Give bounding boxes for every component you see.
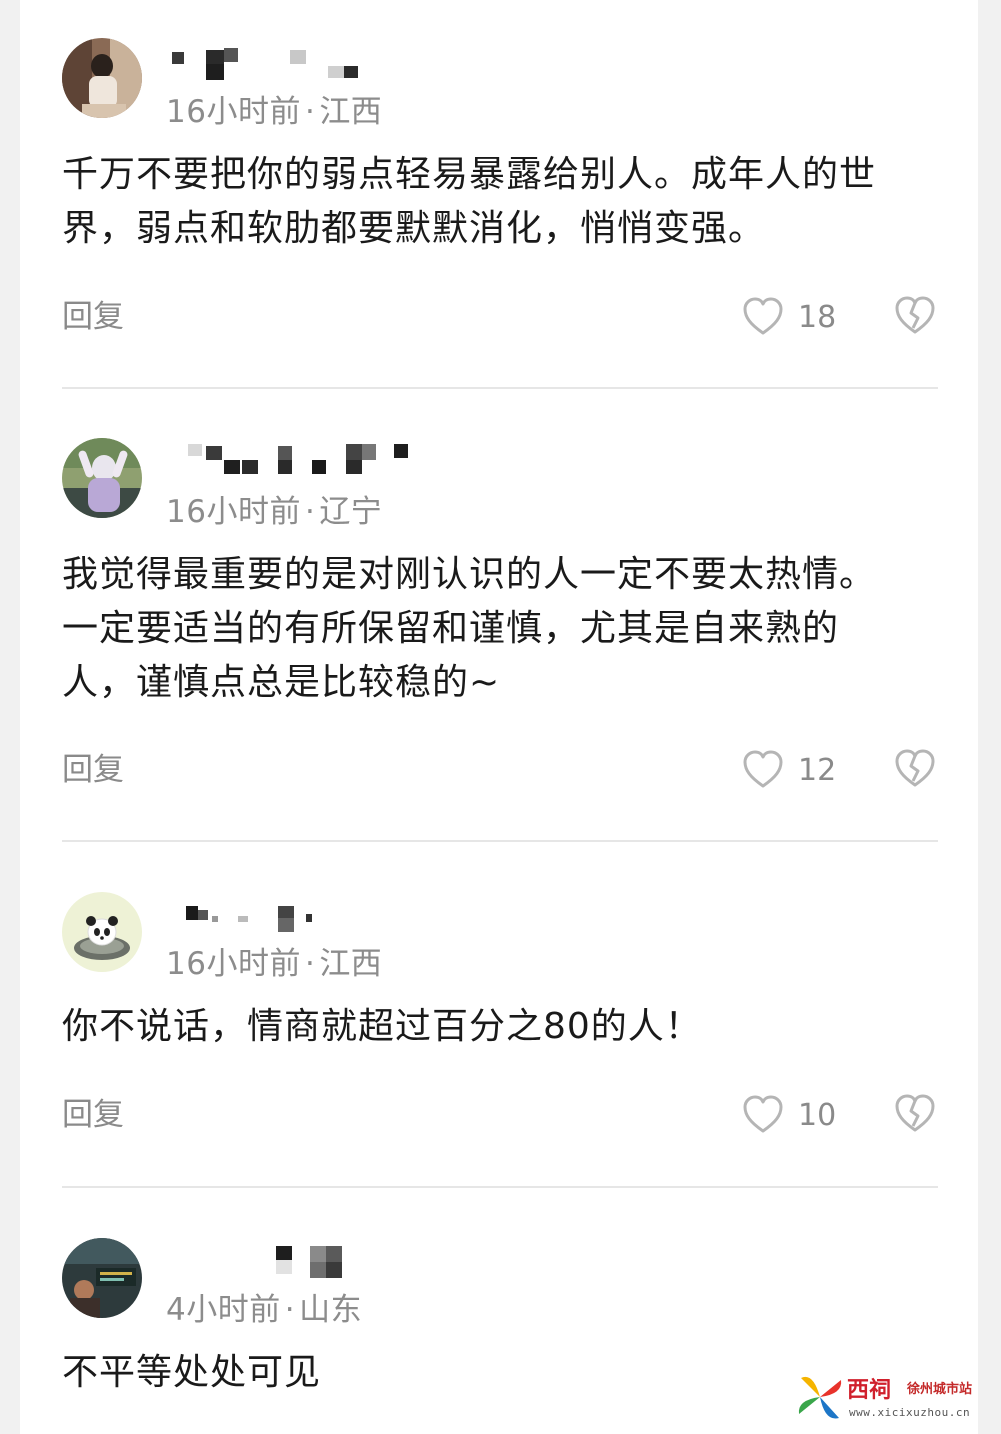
pinwheel-logo-icon — [798, 1376, 842, 1419]
avatar-photo — [62, 438, 142, 518]
comment-text: 我觉得最重要的是对刚认识的人一定不要太热情。 一定要适当的有所保留和谨慎，尤其是… — [62, 548, 952, 710]
reply-button[interactable]: 回复 — [62, 745, 124, 795]
comment-text: 你不说话，情商就超过百分之80的人！ — [62, 1000, 952, 1054]
comment-text-line: 我觉得最重要的是对刚认识的人一定不要太热情。 — [62, 554, 877, 595]
broken-heart-icon — [895, 1094, 935, 1132]
comment-meta: 16小时前 · 辽宁 — [166, 494, 383, 530]
comment-region: 江西 — [319, 94, 383, 130]
broken-heart-icon — [895, 296, 935, 334]
avatar[interactable] — [62, 438, 142, 518]
comment-text: 千万不要把你的弱点轻易暴露给别人。成年人的世 界，弱点和软肋都要默默消化，悄悄变… — [62, 148, 952, 256]
reply-button[interactable]: 回复 — [62, 1090, 124, 1140]
watermark-brand: 西祠 — [847, 1377, 892, 1403]
dislike-button[interactable] — [894, 296, 936, 338]
divider — [62, 1186, 938, 1188]
avatar-photo — [62, 892, 142, 972]
comment-meta: 16小时前 · 江西 — [166, 94, 383, 130]
username-mosaic — [166, 46, 426, 86]
comment-time: 16小时前 — [166, 94, 301, 130]
comment-text-line: 你不说话，情商就超过百分之80的人！ — [62, 1006, 702, 1047]
dislike-button[interactable] — [894, 1094, 936, 1136]
like-count: 10 — [798, 1097, 837, 1133]
site-watermark: 西祠 徐州城市站 www.xicixuzhou.cn — [795, 1368, 995, 1428]
comment-time: 4小时前 — [166, 1292, 281, 1328]
broken-heart-icon — [895, 749, 935, 787]
comment-region: 辽宁 — [319, 494, 383, 530]
username-mosaic — [166, 444, 426, 484]
username-mosaic — [166, 1244, 426, 1284]
divider — [62, 387, 938, 389]
comment-region: 山东 — [299, 1292, 363, 1328]
comment-text-line: 一定要适当的有所保留和谨慎，尤其是自来熟的 — [62, 608, 840, 649]
dislike-button[interactable] — [894, 749, 936, 791]
comment-time: 16小时前 — [166, 494, 301, 530]
comment-region: 江西 — [319, 946, 383, 982]
avatar[interactable] — [62, 892, 142, 972]
avatar[interactable] — [62, 1238, 142, 1318]
avatar-photo — [62, 38, 142, 118]
comment-actions: 回复 18 — [20, 292, 978, 342]
comment-meta: 16小时前 · 江西 — [166, 946, 383, 982]
comment-list: 16小时前 · 江西 千万不要把你的弱点轻易暴露给别人。成年人的世 界，弱点和软肋都… — [20, 0, 978, 1434]
reply-button[interactable]: 回复 — [62, 292, 124, 342]
heart-outline-icon — [743, 750, 783, 788]
avatar[interactable] — [62, 38, 142, 118]
like-count: 12 — [798, 752, 837, 788]
comment-actions: 回复 12 — [20, 745, 978, 795]
avatar-photo — [62, 1238, 142, 1318]
like-count: 18 — [798, 299, 837, 335]
heart-outline-icon — [743, 1095, 783, 1133]
watermark-site: 徐州城市站 — [907, 1382, 973, 1397]
comment-text-line: 千万不要把你的弱点轻易暴露给别人。成年人的世 — [62, 154, 877, 195]
comment-text-line: 界，弱点和软肋都要默默消化，悄悄变强。 — [62, 208, 766, 249]
comment-meta: 4小时前 · 山东 — [166, 1292, 363, 1328]
like-button[interactable]: 10 — [742, 1090, 836, 1140]
like-button[interactable]: 12 — [742, 745, 836, 795]
heart-outline-icon — [743, 297, 783, 335]
comment-time: 16小时前 — [166, 946, 301, 982]
like-button[interactable]: 18 — [742, 292, 836, 342]
comment-actions: 回复 10 — [20, 1090, 978, 1140]
watermark-url: www.xicixuzhou.cn — [849, 1406, 971, 1419]
comment-text-line: 人，谨慎点总是比较稳的~ — [62, 662, 501, 703]
divider — [62, 840, 938, 842]
username-mosaic — [166, 900, 426, 940]
